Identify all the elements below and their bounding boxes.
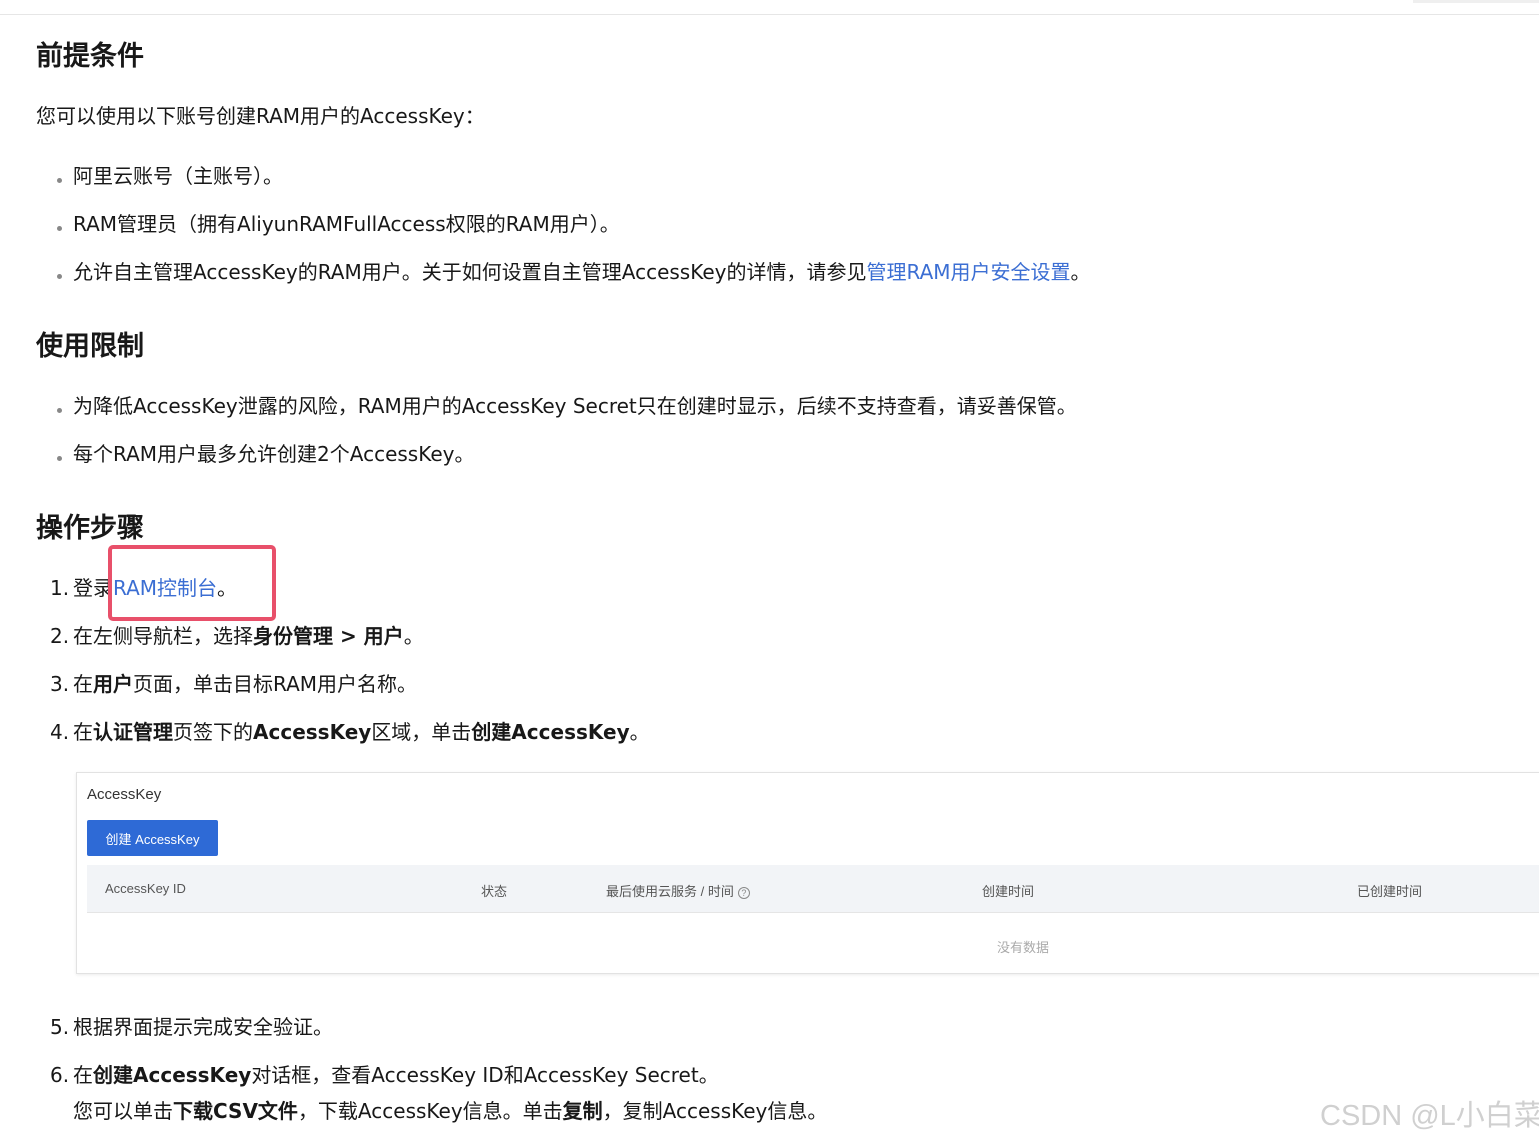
step-6-detail: 您可以单击下载CSV文件，下载AccessKey信息。单击复制，复制Access… <box>73 1098 827 1124</box>
bullet-icon <box>57 226 62 231</box>
step-4: 在认证管理页签下的AccessKey区域，单击创建AccessKey。 <box>73 719 650 745</box>
screenshot-title: AccessKey <box>87 786 162 803</box>
step-6-detail-text: 您可以单击 <box>73 1099 173 1123</box>
step-6-detail-bold-1: 下载CSV文件 <box>173 1099 298 1123</box>
prereq-item-3-end: 。 <box>1070 260 1091 284</box>
step-6-bold: 创建AccessKey <box>93 1063 252 1087</box>
step-number: 6. <box>50 1063 70 1087</box>
top-scroll-chip <box>1413 0 1539 3</box>
step-2-bold: 身份管理 > 用户 <box>253 624 404 648</box>
step-4-bold-3: 创建AccessKey <box>471 720 630 744</box>
prereq-intro: 您可以使用以下账号创建RAM用户的AccessKey： <box>36 104 485 128</box>
limits-item-2: 每个RAM用户最多允许创建2个AccessKey。 <box>73 442 475 466</box>
limits-item-1: 为降低AccessKey泄露的风险，RAM用户的AccessKey Secret… <box>73 394 1077 418</box>
step-2-text: 在左侧导航栏，选择 <box>73 624 253 648</box>
watermark: CSDN @L小白菜 <box>1320 1100 1539 1132</box>
step-4-mid-2: 区域，单击 <box>371 720 472 744</box>
top-divider <box>0 14 1539 15</box>
step-3-end: 页面，单击目标RAM用户名称。 <box>133 672 418 696</box>
step-6: 在创建AccessKey对话框，查看AccessKey ID和AccessKey… <box>73 1062 719 1088</box>
step-3-text: 在 <box>73 672 93 696</box>
highlight-box <box>108 545 276 621</box>
step-number: 3. <box>50 672 70 696</box>
column-header: 创建时间 <box>982 884 1035 899</box>
section-title-prereq: 前提条件 <box>36 41 144 72</box>
step-6-text: 在 <box>73 1063 93 1087</box>
step-6-detail-bold-2: 复制 <box>562 1099 603 1123</box>
column-header-last-used: 最后使用云服务 / 时间? <box>606 881 750 900</box>
accesskey-screenshot: AccessKey 创建 AccessKey AccessKey ID 状态 最… <box>76 772 1539 974</box>
prereq-item-3-text: 允许自主管理AccessKey的RAM用户。关于如何设置自主管理AccessKe… <box>73 260 867 284</box>
step-number: 5. <box>50 1015 70 1039</box>
column-header: 已创建时间 <box>1357 884 1423 899</box>
bullet-icon <box>57 408 62 413</box>
table-header: AccessKey ID 状态 最后使用云服务 / 时间? 创建时间 已创建时间 <box>87 865 1539 913</box>
step-4-bold-2: AccessKey <box>253 720 372 744</box>
step-6-detail-end: ，复制AccessKey信息。 <box>602 1099 828 1123</box>
create-accesskey-button[interactable]: 创建 AccessKey <box>87 820 218 856</box>
link-manage-ram-security[interactable]: 管理RAM用户安全设置 <box>866 260 1070 284</box>
step-number: 4. <box>50 720 70 744</box>
step-1-text: 登录 <box>73 576 113 600</box>
step-number: 1. <box>50 576 70 600</box>
step-6-detail-mid: ，下载AccessKey信息。单击 <box>297 1099 563 1123</box>
step-2: 在左侧导航栏，选择身份管理 > 用户。 <box>73 623 424 649</box>
step-2-end: 。 <box>403 624 424 648</box>
section-title-limits: 使用限制 <box>36 331 144 362</box>
step-4-end: 。 <box>629 720 650 744</box>
step-4-text: 在 <box>73 720 93 744</box>
step-3-bold: 用户 <box>93 672 133 696</box>
step-4-mid-1: 页签下的 <box>173 720 253 744</box>
empty-state: 没有数据 <box>997 940 1050 955</box>
prereq-item-2: RAM管理员（拥有AliyunRAMFullAccess权限的RAM用户）。 <box>73 212 620 236</box>
column-header: 最后使用云服务 / 时间 <box>606 884 734 899</box>
prereq-item-1: 阿里云账号（主账号）。 <box>73 164 283 188</box>
step-4-bold-1: 认证管理 <box>93 720 173 744</box>
prereq-item-3: 允许自主管理AccessKey的RAM用户。关于如何设置自主管理AccessKe… <box>73 259 1091 285</box>
step-5: 根据界面提示完成安全验证。 <box>73 1015 333 1039</box>
column-header: 状态 <box>481 884 508 899</box>
help-icon[interactable]: ? <box>737 886 750 899</box>
step-3: 在用户页面，单击目标RAM用户名称。 <box>73 671 417 697</box>
step-6-end: 对话框，查看AccessKey ID和AccessKey Secret。 <box>251 1063 719 1087</box>
section-title-steps: 操作步骤 <box>36 513 144 544</box>
bullet-icon <box>57 274 62 279</box>
column-header: AccessKey ID <box>105 881 186 896</box>
bullet-icon <box>57 456 62 461</box>
step-number: 2. <box>50 624 70 648</box>
bullet-icon <box>57 178 62 183</box>
